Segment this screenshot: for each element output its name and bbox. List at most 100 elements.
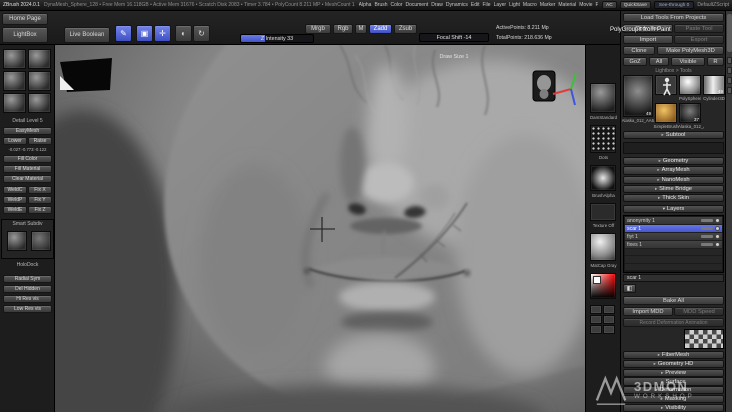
quick-brush-thumbnail[interactable] (3, 93, 26, 113)
shelf-mini-icon[interactable] (590, 305, 602, 314)
quick-brush-thumbnail[interactable] (28, 71, 51, 91)
z-intensity-slider[interactable]: Z Intensity 33 (240, 34, 314, 43)
current-alpha-thumbnail[interactable] (590, 165, 616, 191)
weldc-button[interactable]: WeldC (3, 186, 27, 194)
menu-item[interactable]: Layer (494, 2, 507, 8)
layer-row[interactable]: scar 1 (625, 225, 722, 233)
layer-row[interactable]: fiyt 1 (625, 233, 722, 241)
menu-item[interactable]: Macro (523, 2, 537, 8)
fix-y-button[interactable]: Fix Y (28, 196, 52, 204)
menu-item[interactable]: Color (391, 2, 403, 8)
rgb-button[interactable]: Rgb (333, 24, 353, 34)
menu-item[interactable]: File (483, 2, 491, 8)
menu-item[interactable]: Edit (471, 2, 480, 8)
quick-brush-thumbnail[interactable] (3, 71, 26, 91)
shelf-mini-icon[interactable] (603, 325, 615, 334)
subtool-section-header[interactable]: Subtool (623, 131, 724, 139)
panel-section-header[interactable]: Thick Skin (623, 194, 724, 202)
quick-brush-thumbnail[interactable] (3, 49, 26, 69)
displacement-preview-swatch[interactable] (684, 329, 724, 349)
mdd-speed-button[interactable]: MDD Speed (674, 307, 724, 316)
goz-all-button[interactable]: All (649, 57, 669, 66)
layer-intensity-slider[interactable] (701, 235, 713, 238)
tray-scrollbar[interactable] (725, 11, 732, 412)
selected-layer-name-field[interactable]: scar 1 (623, 274, 724, 282)
tray-icon[interactable] (727, 57, 732, 64)
lightbox-tools-label[interactable]: Lightbox > Tools (623, 68, 724, 74)
import-mdd-button[interactable]: Import MDD (623, 307, 673, 316)
current-color-swatch[interactable] (593, 276, 601, 284)
shelf-mini-icon[interactable] (603, 305, 615, 314)
clear-material-button[interactable]: Clear Material (3, 175, 52, 183)
menu-item[interactable]: Movie (579, 2, 592, 8)
viewport[interactable] (55, 45, 585, 412)
edit-mode-button[interactable]: ✎ (115, 25, 132, 42)
shelf-mini-icon[interactable] (603, 315, 615, 324)
scrollbar-thumb[interactable] (727, 14, 732, 52)
goz-visible-button[interactable]: Visible (671, 57, 705, 66)
layer-visibility-icon[interactable] (715, 234, 720, 239)
mrgb-button[interactable]: Mrgb (305, 24, 331, 34)
panel-section-header[interactable]: Slime Bridge (623, 185, 724, 193)
menu-item[interactable]: Marker (540, 2, 556, 8)
lower-button[interactable]: Lower (3, 137, 27, 145)
radial-sym-button[interactable]: Radial Sym (3, 275, 52, 283)
menu-item[interactable]: Document (405, 2, 428, 8)
fix-z-button[interactable]: Fix Z (28, 206, 52, 214)
sculpt-render[interactable] (55, 45, 585, 412)
fill-color-button[interactable]: Fill Color (3, 155, 52, 163)
panel-section-header[interactable]: ArrayMesh (623, 166, 724, 174)
make-polymesh3d-button[interactable]: Make PolyMesh3D (657, 46, 724, 55)
layer-row[interactable]: fixes 1 (625, 241, 722, 249)
menu-item[interactable]: Light (509, 2, 520, 8)
layer-visibility-icon[interactable] (715, 242, 720, 247)
simplebrush-thumbnail[interactable] (655, 103, 677, 123)
cylinder3d-thumbnail[interactable]: 49 (703, 75, 725, 95)
alaska-tool-thumbnail[interactable]: 37 (679, 103, 701, 123)
layer-tool-icon[interactable]: ◧ (623, 284, 636, 293)
export-button[interactable]: Export (674, 35, 724, 44)
load-tools-button[interactable]: Load Tools From Projects (623, 13, 724, 22)
layer-intensity-slider[interactable] (701, 219, 713, 222)
menu-item[interactable]: Material (558, 2, 576, 8)
shelf-mini-icon[interactable] (590, 325, 602, 334)
draw-mode-button[interactable]: ▣ (136, 25, 153, 42)
layer-intensity-slider[interactable] (701, 243, 713, 246)
menu-item[interactable]: Brush (374, 2, 387, 8)
tray-icon[interactable] (727, 67, 732, 74)
clone-button[interactable]: Clone (623, 46, 655, 55)
menu-item[interactable]: Dynamics (446, 2, 468, 8)
panel-section-header[interactable]: NanoMesh (623, 176, 724, 184)
layer-visibility-icon[interactable] (715, 218, 720, 223)
bake-all-button[interactable]: Bake All (623, 296, 724, 305)
panel-section-header[interactable]: Geometry (623, 157, 724, 165)
current-brush-thumbnail[interactable] (590, 83, 616, 113)
paste-tool-button[interactable]: Paste Tool (674, 24, 724, 33)
zadd-button[interactable]: Zadd (369, 24, 392, 34)
menu-item[interactable]: Draw (431, 2, 443, 8)
see-through-slider[interactable]: See-through 0 (654, 1, 694, 9)
layers-section-header[interactable]: Layers (623, 205, 724, 213)
del-hidden-button[interactable]: Del Hidden (3, 285, 52, 293)
fill-material-button[interactable]: Fill Material (3, 165, 52, 173)
m-button[interactable]: M (355, 24, 367, 34)
lightbox-button[interactable]: LightBox (2, 27, 48, 43)
current-stroke-thumbnail[interactable] (590, 125, 616, 153)
quick-brush-thumbnail[interactable] (28, 49, 51, 69)
low-res-vis-button[interactable]: Low Res vis (3, 305, 52, 313)
goz-r-button[interactable]: R (707, 57, 724, 66)
record-deformation-button[interactable]: Record Deformation Animation (623, 318, 724, 327)
focal-shift-slider[interactable]: Focal Shift -14 (419, 33, 489, 42)
panel-section-header[interactable]: Geometry HD (623, 360, 724, 368)
shelf-mini-icon[interactable] (590, 315, 602, 324)
tray-icon[interactable] (727, 87, 732, 94)
current-texture-thumbnail[interactable] (590, 203, 616, 221)
fix-x-button[interactable]: Fix X (28, 186, 52, 194)
goz-button[interactable]: GoZ (623, 57, 647, 66)
tray-icon[interactable] (727, 77, 732, 84)
panel-section-header[interactable]: FiberMesh (623, 351, 724, 359)
zsub-button[interactable]: Zsub (394, 24, 417, 34)
move-mode-button[interactable]: ✛ (154, 25, 171, 42)
layer-visibility-icon[interactable] (715, 226, 720, 231)
home-page-button[interactable]: Home Page (2, 13, 48, 25)
